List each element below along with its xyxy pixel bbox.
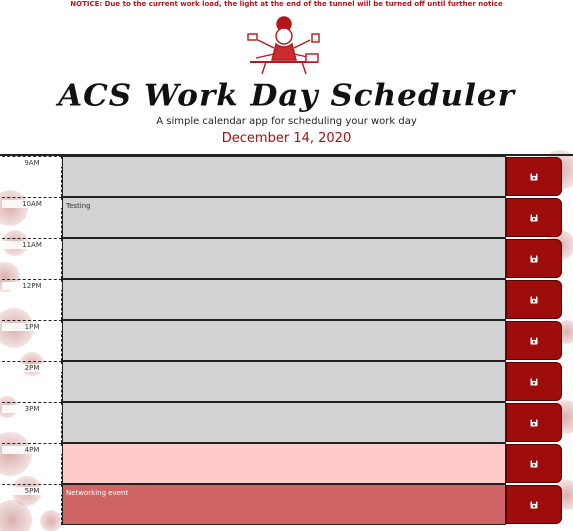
floppy-disk-icon bbox=[530, 255, 538, 262]
hour-label: 3PM bbox=[2, 402, 62, 443]
save-button[interactable] bbox=[506, 403, 562, 442]
page-title: ACS Work Day Scheduler bbox=[58, 78, 515, 114]
save-button[interactable] bbox=[506, 485, 562, 524]
time-block-4pm: 4PM bbox=[0, 443, 573, 484]
event-description[interactable] bbox=[62, 238, 506, 279]
event-description[interactable] bbox=[62, 361, 506, 402]
floppy-disk-icon bbox=[530, 296, 538, 303]
hour-label: 5PM bbox=[2, 484, 62, 525]
event-description[interactable]: Networking event bbox=[62, 484, 506, 525]
event-description[interactable] bbox=[62, 156, 506, 197]
floppy-disk-icon bbox=[530, 214, 538, 221]
page-subtitle: A simple calendar app for scheduling you… bbox=[156, 116, 417, 127]
hour-label: 2PM bbox=[2, 361, 62, 402]
save-button[interactable] bbox=[506, 362, 562, 401]
hour-label: 10AM bbox=[2, 197, 62, 238]
time-block-1pm: 1PM bbox=[0, 320, 573, 361]
event-description[interactable] bbox=[62, 320, 506, 361]
time-block-12pm: 12PM bbox=[0, 279, 573, 320]
event-description[interactable] bbox=[62, 443, 506, 484]
current-date: December 14, 2020 bbox=[221, 131, 352, 146]
time-block-3pm: 3PM bbox=[0, 402, 573, 443]
floppy-disk-icon bbox=[530, 337, 538, 344]
event-description[interactable] bbox=[62, 402, 506, 443]
save-button[interactable] bbox=[506, 239, 562, 278]
save-button[interactable] bbox=[506, 280, 562, 319]
floppy-disk-icon bbox=[530, 419, 538, 426]
hour-label: 12PM bbox=[2, 279, 62, 320]
floppy-disk-icon bbox=[530, 460, 538, 467]
hour-label: 1PM bbox=[2, 320, 62, 361]
time-block-5pm: 5PM Networking event bbox=[0, 484, 573, 525]
event-description[interactable] bbox=[62, 279, 506, 320]
logo bbox=[240, 14, 326, 76]
time-block-11am: 11AM bbox=[0, 238, 573, 279]
save-button[interactable] bbox=[506, 157, 562, 196]
floppy-disk-icon bbox=[530, 501, 538, 508]
hour-label: 9AM bbox=[2, 156, 62, 197]
time-block-10am: 10AM Testing bbox=[0, 197, 573, 238]
hour-label: 4PM bbox=[2, 443, 62, 484]
save-button[interactable] bbox=[506, 444, 562, 483]
time-block-2pm: 2PM bbox=[0, 361, 573, 402]
save-button[interactable] bbox=[506, 321, 562, 360]
hour-label: 11AM bbox=[2, 238, 62, 279]
save-button[interactable] bbox=[506, 198, 562, 237]
time-block-9am: 9AM bbox=[0, 156, 573, 197]
event-description[interactable]: Testing bbox=[62, 197, 506, 238]
notice-banner: NOTICE: Due to the current work load, th… bbox=[70, 0, 503, 8]
floppy-disk-icon bbox=[530, 378, 538, 385]
floppy-disk-icon bbox=[530, 173, 538, 180]
